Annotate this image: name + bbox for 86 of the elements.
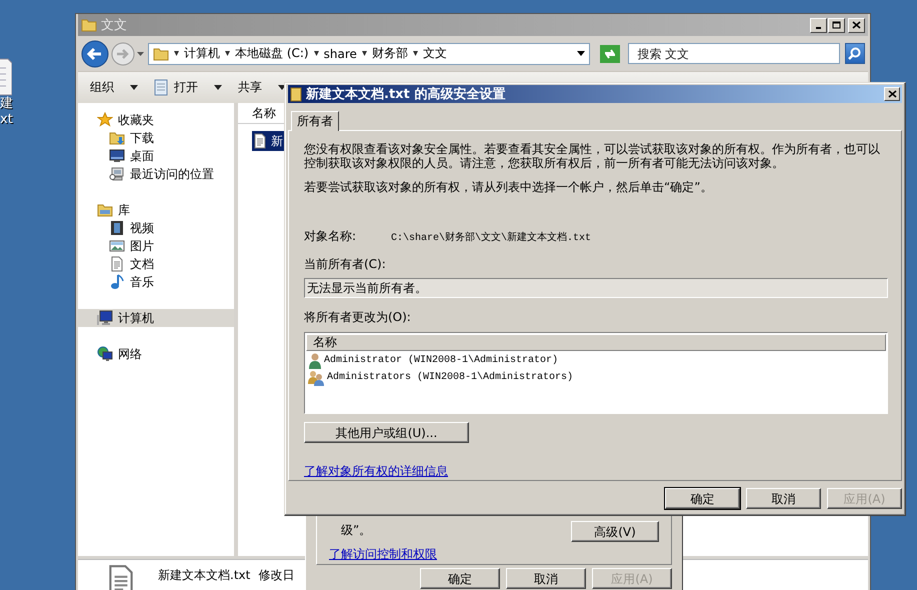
nav-item[interactable]: 下载 — [78, 129, 234, 147]
user-group-icon — [308, 370, 325, 386]
nav-item[interactable]: 收藏夹 — [78, 111, 234, 129]
account-item[interactable]: Administrators (WIN2008-1\Administrators) — [305, 369, 887, 386]
advanced-button[interactable]: 高级(V) — [571, 521, 659, 542]
folder-icon — [97, 202, 113, 218]
instruction-text: 级”。 — [340, 522, 372, 539]
document-icon — [0, 58, 12, 96]
maximize-icon — [832, 21, 841, 29]
notepad-icon — [154, 79, 168, 96]
folder-icon — [81, 17, 97, 33]
dialog-button[interactable]: 确定 — [665, 488, 740, 509]
caret-icon[interactable] — [130, 85, 138, 90]
monitor-icon — [109, 148, 125, 164]
owner-field: 无法显示当前所有者。 — [304, 278, 888, 298]
computer-icon — [109, 166, 125, 182]
toolbar-button[interactable]: 共享 — [236, 77, 264, 98]
star-icon — [97, 112, 113, 128]
toolbar-button[interactable]: 组织 — [88, 77, 116, 98]
search-icon — [848, 47, 862, 60]
help-link[interactable]: 了解访问控制和权限 — [329, 546, 437, 563]
description-text: 您没有权限查看该对象安全属性。若要查看其安全属性，可以尝试获取该对象的所有权。作为所有者，也可以控制获取该对象权限的人员。请注意，您获取所有权后，前一所有者可能无法访问该对象。 — [304, 142, 881, 170]
account-item[interactable]: Administrator (WIN2008-1\Administrator) — [305, 352, 887, 369]
desktop-icon-label: xt — [0, 112, 14, 128]
download-folder-icon — [109, 130, 125, 146]
column-header[interactable]: 名称 — [306, 334, 886, 351]
breadcrumb-item[interactable]: share — [324, 46, 357, 60]
window-title: 文文 — [101, 17, 128, 34]
field-label: 当前所有者(C): — [304, 256, 387, 273]
breadcrumb-item[interactable]: 本地磁盘 (C:) — [235, 45, 309, 62]
object-path-text: C:\share\财务部\文文\新建文本文档.txt — [391, 230, 592, 245]
breadcrumb-item[interactable]: 文文 — [422, 45, 447, 62]
window-title: 新建文本文档.txt 的高级安全设置 — [306, 86, 506, 103]
toolbar-button[interactable]: 打开 — [152, 77, 200, 98]
film-icon — [109, 220, 125, 236]
close-button[interactable] — [848, 18, 865, 32]
field-label: 对象名称: — [304, 228, 358, 245]
nav-item[interactable]: 桌面 — [78, 147, 234, 165]
minimize-button[interactable] — [810, 18, 827, 32]
refresh-icon — [603, 48, 618, 60]
maximize-button[interactable] — [828, 18, 845, 32]
user-icon — [308, 352, 322, 368]
document-icon — [109, 256, 125, 272]
dropdown-caret-icon[interactable] — [577, 51, 585, 56]
search-field[interactable]: 搜索 文文 — [628, 43, 840, 64]
globe-monitor-icon — [97, 346, 113, 362]
dialog-button[interactable]: 确定 — [420, 568, 500, 589]
desktop-icon-label: 建 — [0, 96, 14, 112]
close-icon — [888, 90, 896, 98]
close-icon — [852, 21, 861, 29]
chevron-icon[interactable] — [362, 51, 367, 56]
music-note-icon — [109, 274, 125, 290]
file-details-text: 修改日 — [258, 567, 294, 584]
instruction-text: 若要尝试获取该对象的所有权，请从列表中选择一个帐户，然后单击“确定”。 — [304, 180, 714, 194]
refresh-button[interactable] — [600, 44, 620, 62]
nav-item[interactable]: 音乐 — [78, 273, 234, 291]
chevron-icon[interactable] — [174, 51, 179, 56]
chevron-icon[interactable] — [412, 51, 418, 56]
nav-item[interactable]: 文档 — [78, 255, 234, 273]
folder-icon — [290, 86, 302, 102]
chevron-icon[interactable] — [314, 51, 319, 56]
nav-item[interactable]: 图片 — [78, 237, 234, 255]
document-icon — [252, 133, 268, 149]
tab[interactable]: 所有者 — [291, 111, 339, 131]
nav-item[interactable]: 库 — [78, 201, 234, 219]
nav-item[interactable]: 计算机 — [78, 309, 234, 327]
chevron-icon[interactable] — [225, 51, 230, 56]
file-name-text: 新建文本文档.txt — [158, 567, 250, 584]
address-bar[interactable]: 计算机 本地磁盘 (C:) share 财务部 文文 — [148, 42, 590, 64]
nav-item[interactable]: 网络 — [78, 345, 234, 363]
other-users-button[interactable]: 其他用户或组(U)... — [304, 422, 469, 443]
dialog-button[interactable]: 取消 — [506, 568, 586, 589]
close-button[interactable] — [884, 87, 900, 101]
nav-item[interactable]: 视频 — [78, 219, 234, 237]
back-button[interactable] — [81, 40, 109, 68]
folder-icon — [153, 46, 169, 62]
image-icon — [109, 238, 125, 254]
help-link[interactable]: 了解对象所有权的详细信息 — [304, 463, 448, 480]
field-label: 将所有者更改为(O): — [304, 309, 412, 326]
nav-item[interactable]: 最近访问的位置 — [78, 165, 234, 183]
breadcrumb-item[interactable]: 计算机 — [184, 45, 220, 62]
search-button[interactable] — [844, 43, 865, 64]
caret-icon[interactable] — [214, 85, 222, 90]
dialog-button[interactable]: 取消 — [746, 488, 821, 509]
breadcrumb-item[interactable]: 财务部 — [372, 45, 408, 62]
monitor-icon — [97, 310, 113, 326]
